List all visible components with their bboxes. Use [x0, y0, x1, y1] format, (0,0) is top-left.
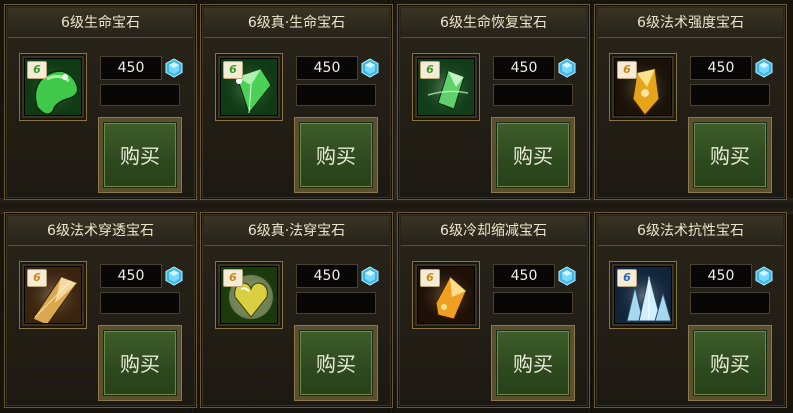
buy-button[interactable]: 购买 — [98, 325, 182, 401]
gem-shop-panel: 6级生命宝石 6 450 购买 6级真·生命宝石 6 450 购买 6级生命恢复… — [0, 0, 793, 413]
gem-title: 6级生命恢复宝石 — [401, 8, 586, 38]
gem-shop-card: 6级真·生命宝石 6 450 购买 — [200, 4, 393, 200]
buy-button-label: 购买 — [103, 122, 177, 188]
blue-gem-icon — [557, 266, 577, 286]
gem-icon-frame[interactable]: 6 — [215, 53, 283, 121]
level-badge: 6 — [223, 269, 243, 287]
buy-button-label: 购买 — [693, 330, 767, 396]
quantity-field[interactable] — [690, 292, 770, 314]
level-badge: 6 — [27, 269, 47, 287]
buy-button[interactable]: 购买 — [294, 325, 378, 401]
price-value: 450 — [296, 56, 358, 80]
blue-gem-icon — [754, 266, 774, 286]
gem-title: 6级冷却缩减宝石 — [401, 216, 586, 246]
blue-gem-icon — [557, 58, 577, 78]
gem-title: 6级法术强度宝石 — [598, 8, 783, 38]
level-badge: 6 — [617, 269, 637, 287]
level-badge: 6 — [420, 61, 440, 79]
buy-button[interactable]: 购买 — [491, 117, 575, 193]
gem-title: 6级生命宝石 — [8, 8, 193, 38]
blue-gem-icon — [360, 58, 380, 78]
price-value: 450 — [690, 56, 752, 80]
price-value: 450 — [493, 56, 555, 80]
gem-icon-frame[interactable]: 6 — [19, 53, 87, 121]
buy-button-label: 购买 — [496, 330, 570, 396]
gem-shop-card: 6级真·法穿宝石 6 450 购买 — [200, 212, 393, 408]
quantity-field[interactable] — [296, 84, 376, 106]
gem-title: 6级法术抗性宝石 — [598, 216, 783, 246]
gem-shop-card: 6级生命恢复宝石 6 450 购买 — [397, 4, 590, 200]
price-value: 450 — [493, 264, 555, 288]
level-badge: 6 — [27, 61, 47, 79]
gem-shop-card: 6级冷却缩减宝石 6 450 购买 — [397, 212, 590, 408]
gem-icon-frame[interactable]: 6 — [412, 261, 480, 329]
blue-gem-icon — [360, 266, 380, 286]
buy-button[interactable]: 购买 — [294, 117, 378, 193]
quantity-field[interactable] — [100, 292, 180, 314]
gem-icon-frame[interactable]: 6 — [609, 261, 677, 329]
buy-button-label: 购买 — [103, 330, 177, 396]
level-badge: 6 — [617, 61, 637, 79]
gem-icon-frame[interactable]: 6 — [215, 261, 283, 329]
quantity-field[interactable] — [493, 292, 573, 314]
buy-button[interactable]: 购买 — [688, 117, 772, 193]
buy-button[interactable]: 购买 — [98, 117, 182, 193]
gem-icon-frame[interactable]: 6 — [19, 261, 87, 329]
gem-shop-card: 6级法术抗性宝石 6 450 购买 — [594, 212, 787, 408]
price-value: 450 — [100, 264, 162, 288]
gem-icon-frame[interactable]: 6 — [412, 53, 480, 121]
price-value: 450 — [100, 56, 162, 80]
quantity-field[interactable] — [296, 292, 376, 314]
level-badge: 6 — [223, 61, 243, 79]
buy-button-label: 购买 — [496, 122, 570, 188]
gem-title: 6级真·法穿宝石 — [204, 216, 389, 246]
gem-shop-card: 6级法术强度宝石 6 450 购买 — [594, 4, 787, 200]
blue-gem-icon — [164, 58, 184, 78]
quantity-field[interactable] — [690, 84, 770, 106]
blue-gem-icon — [164, 266, 184, 286]
quantity-field[interactable] — [493, 84, 573, 106]
buy-button[interactable]: 购买 — [491, 325, 575, 401]
price-value: 450 — [690, 264, 752, 288]
gem-icon-frame[interactable]: 6 — [609, 53, 677, 121]
gem-title: 6级法术穿透宝石 — [8, 216, 193, 246]
gem-title: 6级真·生命宝石 — [204, 8, 389, 38]
level-badge: 6 — [420, 269, 440, 287]
gem-shop-card: 6级生命宝石 6 450 购买 — [4, 4, 197, 200]
buy-button-label: 购买 — [299, 330, 373, 396]
quantity-field[interactable] — [100, 84, 180, 106]
gem-shop-card: 6级法术穿透宝石 6 450 购买 — [4, 212, 197, 408]
price-value: 450 — [296, 264, 358, 288]
blue-gem-icon — [754, 58, 774, 78]
buy-button-label: 购买 — [693, 122, 767, 188]
buy-button-label: 购买 — [299, 122, 373, 188]
buy-button[interactable]: 购买 — [688, 325, 772, 401]
